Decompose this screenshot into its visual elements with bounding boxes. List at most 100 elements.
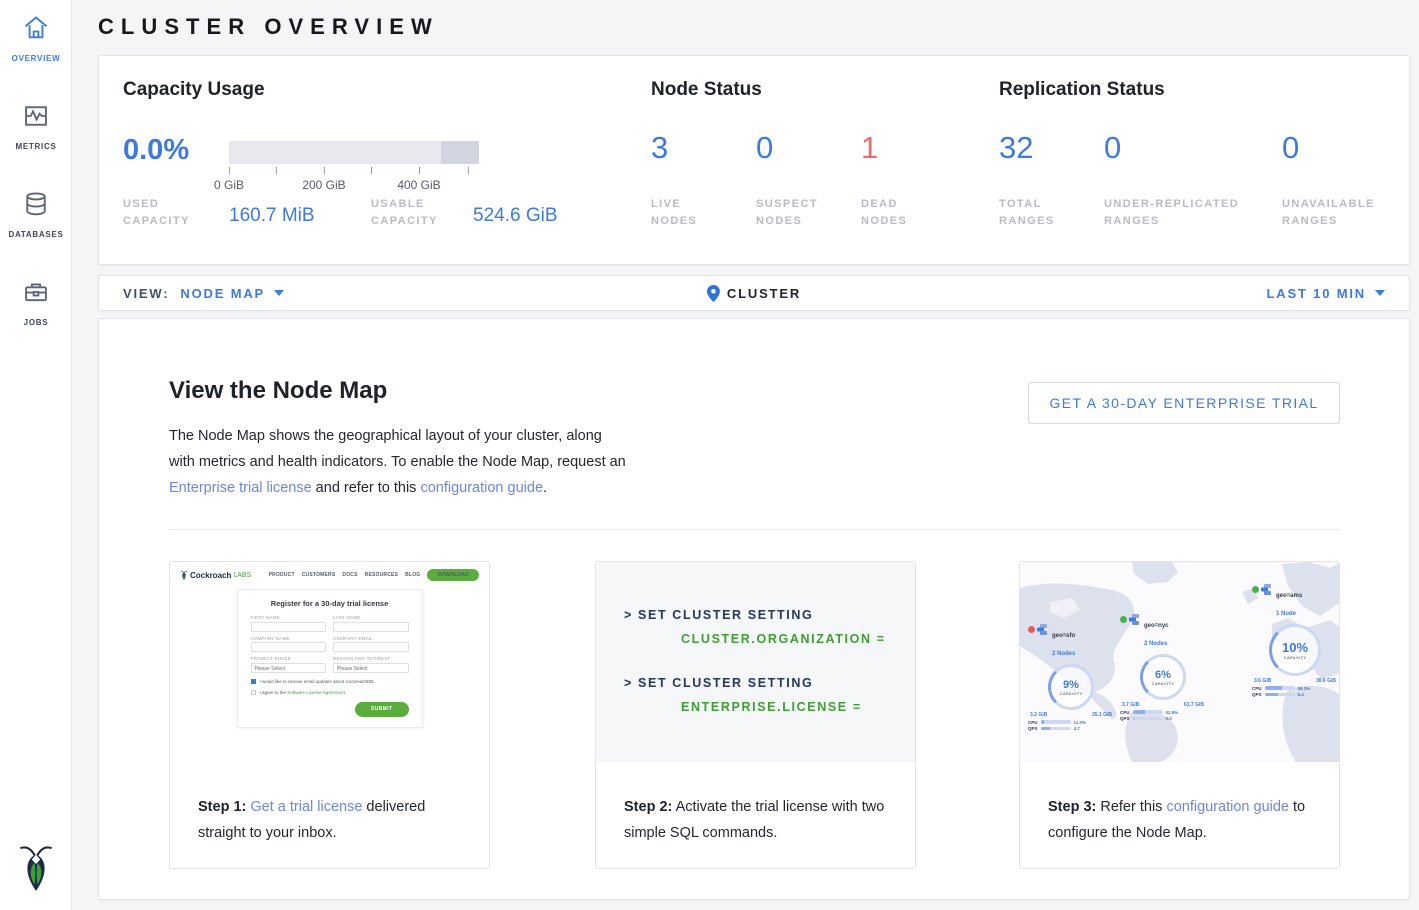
locality-ams: geo=ams1 Node 10% CAPACITY 3.6 GiB36.6 G…: [1252, 584, 1338, 697]
sidebar: OVERVIEW METRICS DATABASES JOBS: [0, 0, 72, 910]
mini-checkbox: [251, 690, 256, 695]
sidebar-item-label: OVERVIEW: [12, 54, 61, 63]
mini-brand-text: Cockroach: [190, 571, 231, 580]
status-dead-icon: [1028, 626, 1035, 633]
page-title: CLUSTER OVERVIEW: [98, 14, 439, 40]
home-icon: [22, 14, 50, 42]
mini-field-input: [251, 622, 327, 632]
configuration-guide-link[interactable]: configuration guide: [420, 480, 543, 496]
total-ranges-label: TOTAL RANGES: [999, 196, 1089, 230]
mini-form-field: PROJECT PHASEPlease Select: [251, 656, 327, 673]
chevron-down-icon: [274, 290, 284, 296]
nodes-icon: [1261, 584, 1273, 595]
mini-form-field: FIRST NAME: [251, 615, 327, 632]
replication-status-title: Replication Status: [999, 79, 1165, 101]
axis-tick-label: 0 GiB: [197, 178, 261, 192]
sidebar-item-jobs[interactable]: JOBS: [0, 264, 72, 330]
mini-cockroach-labs-logo: Cockroach LABS: [180, 570, 251, 581]
usable-capacity-label: USABLE CAPACITY: [371, 196, 451, 230]
axis-tick: [371, 167, 372, 174]
status-live-icon: [1252, 586, 1259, 593]
sidebar-item-databases[interactable]: DATABASES: [0, 176, 72, 242]
mini-nav-item: BLOG: [405, 572, 420, 578]
node-map-description: The Node Map shows the geographical layo…: [169, 423, 629, 501]
cockroachdb-logo: [0, 843, 72, 898]
node-map-heading: View the Node Map: [169, 377, 387, 405]
mini-field-select: Please Select: [333, 663, 409, 673]
mini-checkbox-row: I agree to the Software License Agreemen…: [251, 690, 409, 695]
view-selector-dropdown[interactable]: VIEW: NODE MAP: [123, 276, 284, 310]
description-text: and refer to this: [312, 480, 421, 496]
total-ranges-value: 32: [999, 130, 1033, 166]
configuration-guide-link[interactable]: configuration guide: [1166, 799, 1289, 815]
locality-node-count: 1 Node: [1276, 611, 1296, 617]
mini-field-input: [251, 642, 327, 652]
used-capacity-label: USED CAPACITY: [123, 196, 203, 230]
map-pin-icon: [707, 285, 720, 302]
suspect-nodes-value: 0: [756, 130, 773, 166]
sidebar-item-label: JOBS: [24, 318, 49, 327]
view-label: VIEW:: [123, 286, 169, 301]
metrics-icon: [22, 102, 50, 130]
under-replicated-ranges-label: UNDER-REPLICATED RANGES: [1104, 196, 1264, 230]
step2-card: > SET CLUSTER SETTING CLUSTER.ORGANIZATI…: [595, 561, 916, 869]
mini-checkbox-label: I agree to the Software License Agreemen…: [260, 690, 347, 695]
mini-site-header: Cockroach LABS PRODUCT CUSTOMERS DOCS RE…: [170, 562, 489, 581]
sql-command-arg: CLUSTER.ORGANIZATION =: [681, 632, 915, 646]
get-trial-license-link[interactable]: Get a trial license: [250, 799, 362, 815]
cluster-breadcrumb: CLUSTER: [707, 276, 801, 310]
mini-form-field: COMPANY NAME: [251, 636, 327, 653]
usable-capacity-value: 524.6 GiB: [473, 205, 558, 227]
time-range-value: LAST 10 MIN: [1267, 286, 1366, 301]
mini-field-label: PROJECT PHASE: [251, 656, 327, 661]
used-capacity-value: 160.7 MiB: [229, 205, 315, 227]
mini-form-field: REASON FOR INTEREST Please Select: [333, 656, 409, 673]
step3-text: Step 3: Refer this configuration guide t…: [1020, 762, 1339, 846]
unavailable-ranges-label: UNAVAILABLE RANGES: [1282, 196, 1392, 230]
mini-field-input: [333, 642, 409, 652]
enterprise-trial-license-link[interactable]: Enterprise trial license: [169, 480, 312, 496]
capacity-gauge: 6% CAPACITY: [1140, 654, 1186, 700]
cluster-summary-panel: Capacity Usage 0.0% 0 GiB 200 GiB 400 Gi…: [98, 55, 1410, 265]
sidebar-item-metrics[interactable]: METRICS: [0, 88, 72, 154]
axis-tick: [276, 167, 277, 174]
axis-tick: [229, 167, 230, 174]
capacity-bar-reserved-segment: [441, 141, 479, 164]
sidebar-item-label: DATABASES: [8, 230, 63, 239]
locality-node-count: 2 Nodes: [1144, 641, 1167, 647]
mini-form-field: LAST NAME: [333, 615, 409, 632]
mini-submit-button: SUBMIT: [355, 702, 409, 717]
locality-nyc: geo=nyc2 Nodes 6% CAPACITY 3.7 GiB61.7 G…: [1120, 614, 1206, 721]
mini-field-label: LAST NAME: [333, 615, 409, 620]
briefcase-icon: [22, 278, 50, 306]
live-nodes-value: 3: [651, 130, 668, 166]
cluster-breadcrumb-label: CLUSTER: [727, 286, 801, 301]
mini-nav-item: CUSTOMERS: [302, 572, 336, 578]
mini-nav-item: PRODUCT: [269, 572, 295, 578]
mini-license-link: Software License Agreement.: [287, 690, 346, 695]
sidebar-item-overview[interactable]: OVERVIEW: [0, 0, 72, 66]
mini-nav-item: DOCS: [342, 572, 357, 578]
capacity-bar-axis: 0 GiB 200 GiB 400 GiB: [229, 167, 479, 197]
chevron-down-icon: [1375, 290, 1385, 296]
sql-command-prompt: > SET CLUSTER SETTING: [624, 676, 915, 690]
nodes-icon: [1129, 614, 1141, 625]
axis-tick-label: 200 GiB: [292, 178, 356, 192]
locality-name: geo=ams: [1276, 593, 1302, 599]
time-range-dropdown[interactable]: LAST 10 MIN: [1267, 276, 1385, 310]
dead-nodes-label: DEAD NODES: [861, 196, 931, 230]
sql-commands-illustration: > SET CLUSTER SETTING CLUSTER.ORGANIZATI…: [596, 562, 915, 762]
step3-card: geo=sfo2 Nodes 9% CAPACITY 3.2 GiB35.1 G…: [1019, 561, 1340, 869]
mini-checkbox-row: I would like to receive email updates ab…: [251, 679, 409, 684]
locality-name: geo=nyc: [1144, 623, 1169, 629]
capacity-usage-title: Capacity Usage: [123, 79, 265, 101]
view-bar: VIEW: NODE MAP CLUSTER LAST 10 MIN: [98, 275, 1410, 311]
locality-node-count: 2 Nodes: [1052, 651, 1075, 657]
description-text: .: [543, 480, 547, 496]
axis-tick: [324, 167, 325, 174]
enterprise-trial-button[interactable]: GET A 30-DAY ENTERPRISE TRIAL: [1028, 382, 1340, 424]
step1-text: Step 1: Get a trial license delivered st…: [170, 762, 489, 846]
mini-field-label: REASON FOR INTEREST: [333, 656, 409, 661]
step2-text: Step 2: Activate the trial license with …: [596, 762, 915, 846]
divider: [169, 529, 1340, 530]
